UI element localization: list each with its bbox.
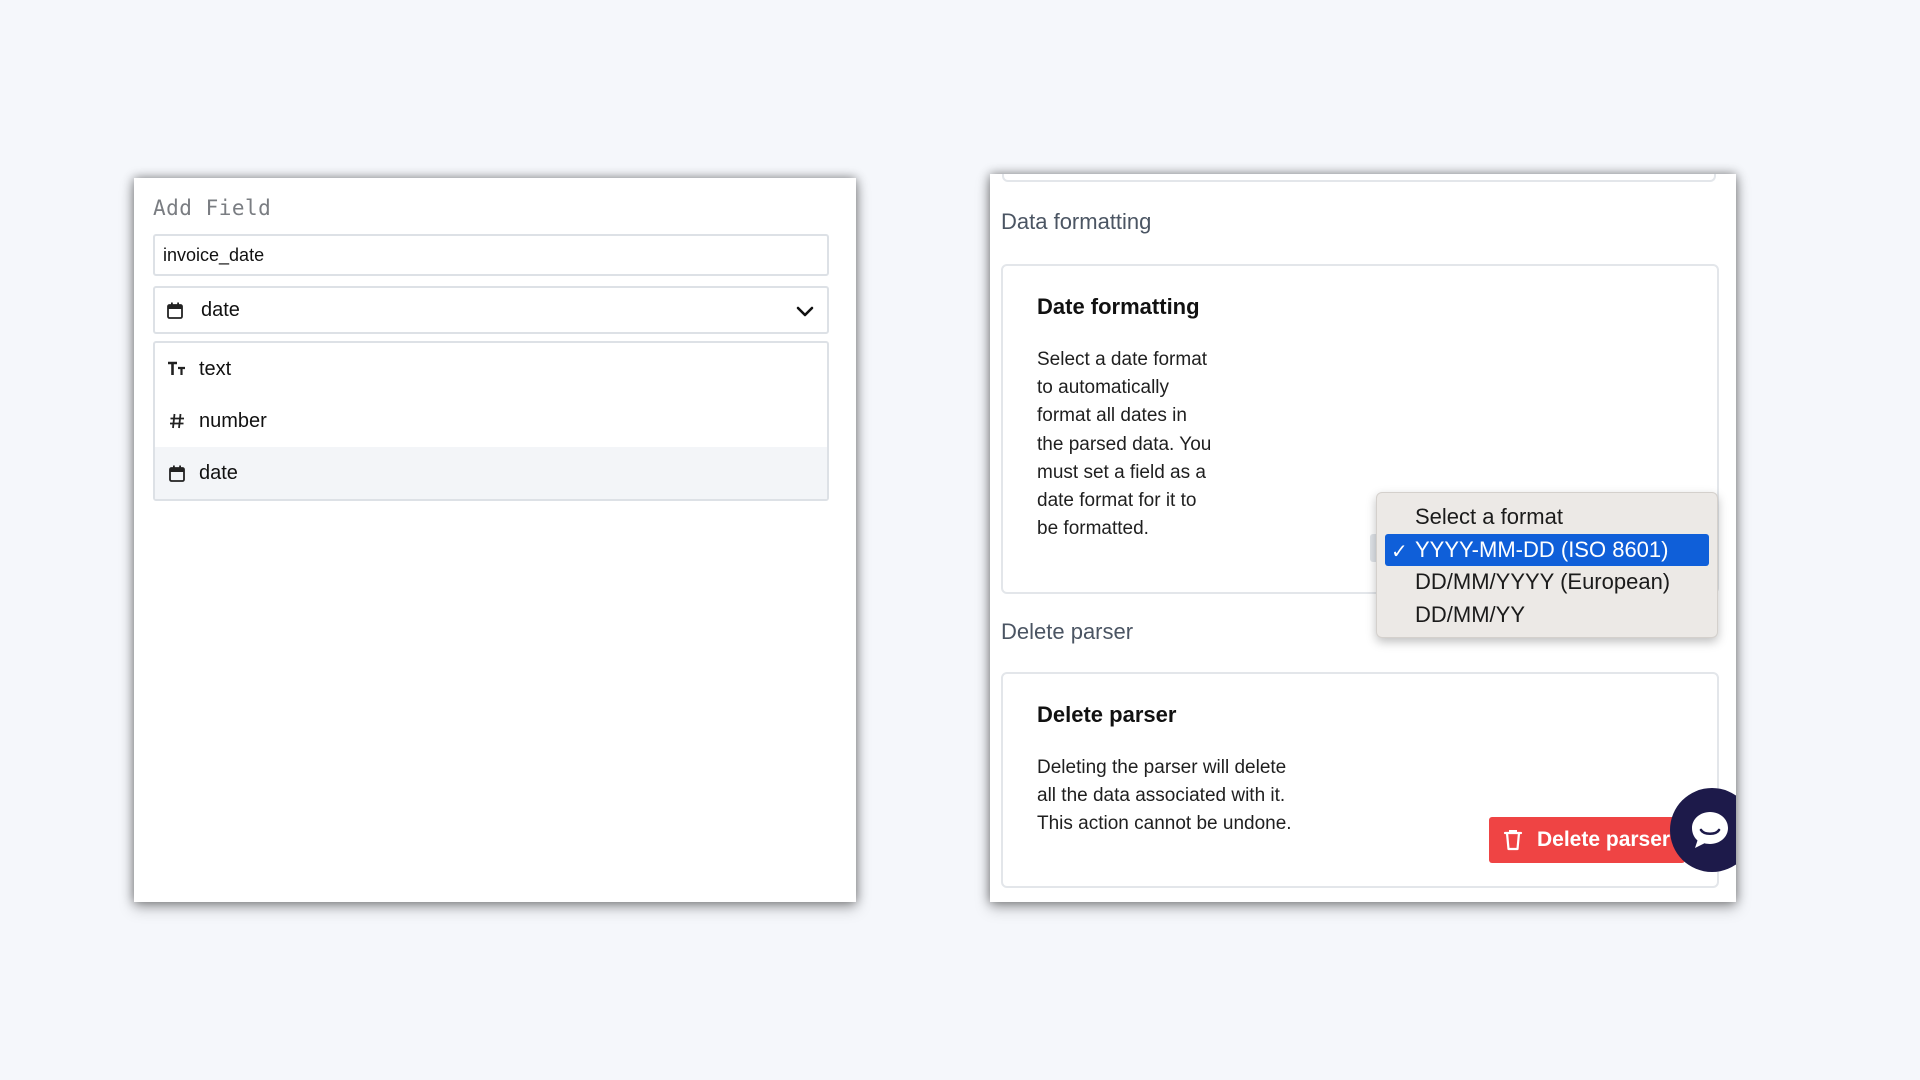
type-option-number[interactable]: number bbox=[155, 395, 827, 447]
format-option-short[interactable]: DD/MM/YY bbox=[1385, 599, 1709, 632]
field-name-input[interactable] bbox=[153, 234, 829, 276]
chat-icon bbox=[1692, 812, 1728, 848]
hash-icon bbox=[167, 411, 187, 431]
field-type-options-list: text number date bbox=[153, 341, 829, 501]
format-option-label: YYYY-MM-DD (ISO 8601) bbox=[1415, 536, 1669, 562]
date-format-dropdown: Select a format ✓ YYYY-MM-DD (ISO 8601) … bbox=[1376, 492, 1718, 638]
field-type-select[interactable]: date bbox=[153, 286, 829, 334]
data-formatting-section-title: Data formatting bbox=[1001, 209, 1152, 234]
selected-type-label: date bbox=[201, 298, 240, 321]
format-option-label: DD/MM/YYYY (European) bbox=[1415, 569, 1671, 595]
delete-parser-section-title: Delete parser bbox=[1001, 619, 1134, 644]
type-option-label: date bbox=[199, 461, 238, 484]
add-field-panel: Add Field date bbox=[134, 178, 856, 902]
date-formatting-title: Date formatting bbox=[1037, 294, 1200, 319]
parser-settings-panel: Data formatting Date formatting Select a… bbox=[990, 174, 1736, 902]
date-formatting-description: Select a date format to automatically fo… bbox=[1037, 349, 1212, 540]
add-field-title: Add Field bbox=[153, 196, 272, 220]
delete-parser-button[interactable]: Delete parser bbox=[1489, 817, 1685, 863]
delete-parser-description: Deleting the parser will delete all the … bbox=[1037, 757, 1292, 835]
calendar-icon bbox=[167, 300, 187, 320]
format-option-placeholder[interactable]: Select a format bbox=[1385, 501, 1709, 534]
format-option-iso8601[interactable]: ✓ YYYY-MM-DD (ISO 8601) bbox=[1385, 533, 1709, 566]
type-option-date[interactable]: date bbox=[155, 447, 827, 499]
previous-card-edge bbox=[1002, 174, 1716, 182]
delete-button-label: Delete parser bbox=[1537, 828, 1671, 851]
stage: Add Field date bbox=[0, 0, 1920, 1080]
trash-icon bbox=[1503, 829, 1523, 851]
format-option-label: Select a format bbox=[1415, 504, 1563, 530]
format-option-european[interactable]: DD/MM/YYYY (European) bbox=[1385, 566, 1709, 599]
chevron-down-icon bbox=[793, 299, 817, 323]
calendar-icon bbox=[167, 463, 187, 483]
format-option-label: DD/MM/YY bbox=[1415, 601, 1525, 627]
type-option-text[interactable]: text bbox=[155, 343, 827, 395]
type-option-label: number bbox=[199, 409, 267, 432]
delete-parser-title: Delete parser bbox=[1037, 702, 1177, 727]
checkmark-icon: ✓ bbox=[1391, 540, 1408, 563]
text-type-icon bbox=[167, 359, 187, 379]
type-option-label: text bbox=[199, 357, 232, 380]
